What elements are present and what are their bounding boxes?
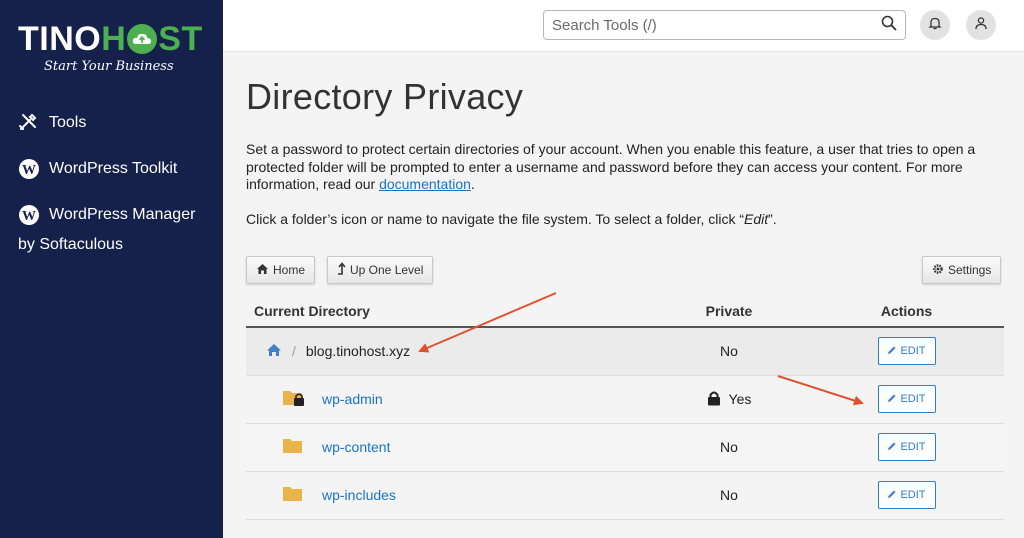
home-icon	[256, 263, 273, 278]
search-input[interactable]	[552, 16, 881, 34]
column-header-directory: Current Directory	[246, 295, 649, 328]
user-menu-button[interactable]	[966, 10, 996, 40]
tools-icon	[18, 112, 40, 134]
notifications-button[interactable]	[920, 10, 950, 40]
home-button[interactable]: Home	[246, 256, 316, 284]
private-status: No	[649, 423, 809, 472]
search-icon[interactable]	[881, 15, 897, 36]
user-icon	[974, 16, 988, 35]
bell-icon	[928, 16, 942, 35]
logo-text-host: H ST	[101, 20, 203, 58]
wordpress-icon: W	[18, 204, 40, 226]
sidebar-item-label: Tools	[49, 114, 87, 131]
private-status: No	[649, 327, 809, 376]
page-title: Directory Privacy	[246, 76, 524, 117]
edit-button[interactable]: EDIT	[877, 433, 936, 461]
folder-icon[interactable]	[282, 437, 304, 458]
private-status: Yes	[728, 390, 752, 407]
lock-icon	[707, 391, 725, 409]
search-box[interactable]	[543, 10, 906, 40]
svg-text:W: W	[22, 163, 36, 178]
edit-button[interactable]: EDIT	[877, 385, 936, 413]
current-directory-name: blog.tinohost.xyz	[305, 343, 411, 360]
top-bar	[223, 0, 1024, 52]
level-up-icon	[337, 262, 350, 278]
sidebar-nav: Tools W WordPress Toolkit W WordPress Ma…	[18, 110, 218, 278]
wordpress-icon: W	[18, 158, 40, 180]
directory-table: Current Directory Private Actions / blog…	[246, 295, 1004, 520]
column-header-actions: Actions	[809, 295, 1004, 328]
documentation-link[interactable]: documentation	[379, 176, 471, 192]
navigation-hint: Click a folder’s icon or name to navigat…	[246, 211, 777, 227]
settings-button[interactable]: Settings	[922, 256, 1002, 284]
pencil-icon	[887, 393, 900, 406]
svg-text:W: W	[22, 209, 36, 224]
path-separator: /	[292, 343, 296, 360]
sidebar: TINO H ST Start Your Business Tools W Wo…	[0, 0, 223, 538]
table-row: wp-admin Yes EDIT	[246, 375, 1004, 424]
sidebar-item-tools[interactable]: Tools	[18, 110, 218, 136]
logo-text-tino: TINO	[18, 20, 102, 58]
folder-link[interactable]: wp-includes	[322, 487, 396, 503]
pencil-icon	[887, 441, 900, 454]
sidebar-item-wordpress-toolkit[interactable]: W WordPress Toolkit	[18, 156, 218, 182]
sidebar-item-wordpress-manager[interactable]: W WordPress Manager by Softaculous	[18, 202, 218, 258]
home-icon[interactable]	[266, 343, 282, 360]
main-content: Directory Privacy Set a password to prot…	[223, 52, 1024, 538]
brand-logo[interactable]: TINO H ST Start Your Business	[18, 22, 208, 78]
folder-icon[interactable]	[282, 485, 304, 506]
folder-link[interactable]: wp-content	[322, 439, 390, 455]
column-header-private: Private	[649, 295, 809, 328]
gear-icon	[932, 263, 948, 278]
cloud-logo-icon	[127, 24, 158, 54]
pencil-icon	[887, 345, 900, 358]
edit-button[interactable]: EDIT	[877, 337, 936, 366]
logo-tagline: Start Your Business	[44, 59, 174, 74]
up-one-level-button[interactable]: Up One Level	[327, 256, 434, 284]
page-description: Set a password to protect certain direct…	[246, 141, 976, 192]
sidebar-item-label: WordPress Toolkit	[49, 160, 178, 177]
folder-link[interactable]: wp-admin	[322, 391, 383, 407]
locked-folder-icon[interactable]	[282, 388, 308, 411]
table-row: wp-content No EDIT	[246, 423, 1004, 472]
private-status: No	[649, 471, 809, 520]
sidebar-item-label: WordPress Manager	[49, 206, 196, 223]
sidebar-item-sublabel: by Softaculous	[18, 236, 123, 253]
table-row: wp-includes No EDIT	[246, 471, 1004, 520]
table-row-root: / blog.tinohost.xyz No EDIT	[246, 327, 1004, 376]
edit-button[interactable]: EDIT	[877, 481, 936, 509]
pencil-icon	[887, 489, 900, 502]
